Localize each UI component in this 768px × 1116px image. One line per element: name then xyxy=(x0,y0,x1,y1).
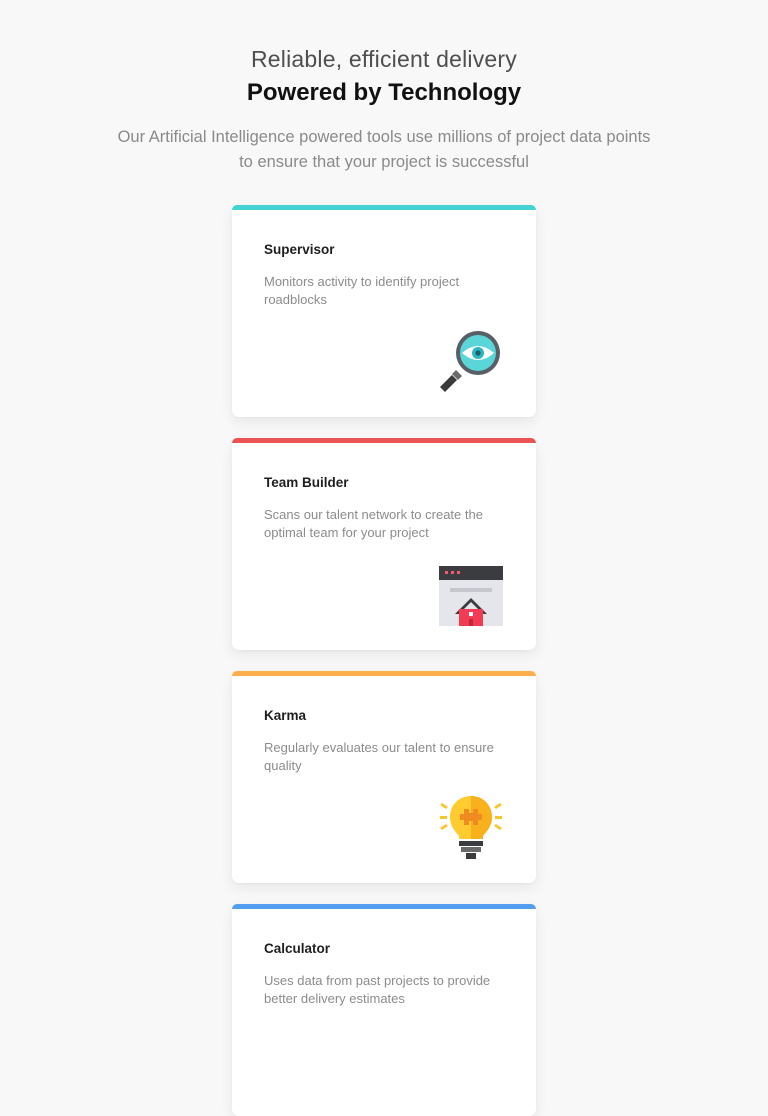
card-title: Supervisor xyxy=(264,242,335,257)
card-description: Regularly evaluates our talent to ensure… xyxy=(264,740,494,773)
card-title: Karma xyxy=(264,708,307,723)
card-accent-bar xyxy=(232,438,536,443)
page-subtitle: Reliable, efficient delivery xyxy=(251,46,517,72)
card-description: Uses data from past projects to provide … xyxy=(264,973,491,1006)
card-karma: Karma Regularly evaluates our talent to … xyxy=(232,671,536,883)
card-accent-bar xyxy=(232,205,536,210)
card-title: Calculator xyxy=(264,941,331,956)
card-team-builder: Team Builder Scans our talent network to… xyxy=(232,438,536,650)
magnifying-glass-eye-icon xyxy=(438,329,504,395)
page-intro: Our Artificial Intelligence powered tool… xyxy=(117,128,651,171)
card-accent-bar xyxy=(232,671,536,676)
browser-house-icon xyxy=(438,562,504,628)
card-description: Scans our talent network to create the o… xyxy=(264,507,483,540)
card-title: Team Builder xyxy=(264,475,349,490)
card-calculator: Calculator Uses data from past projects … xyxy=(232,904,536,1116)
card-supervisor: Supervisor Monitors activity to identify… xyxy=(232,205,536,417)
card-accent-bar xyxy=(232,904,536,909)
card-description: Monitors activity to identify project ro… xyxy=(264,274,460,307)
light-bulb-icon xyxy=(438,795,504,861)
page-title: Powered by Technology xyxy=(246,79,522,106)
